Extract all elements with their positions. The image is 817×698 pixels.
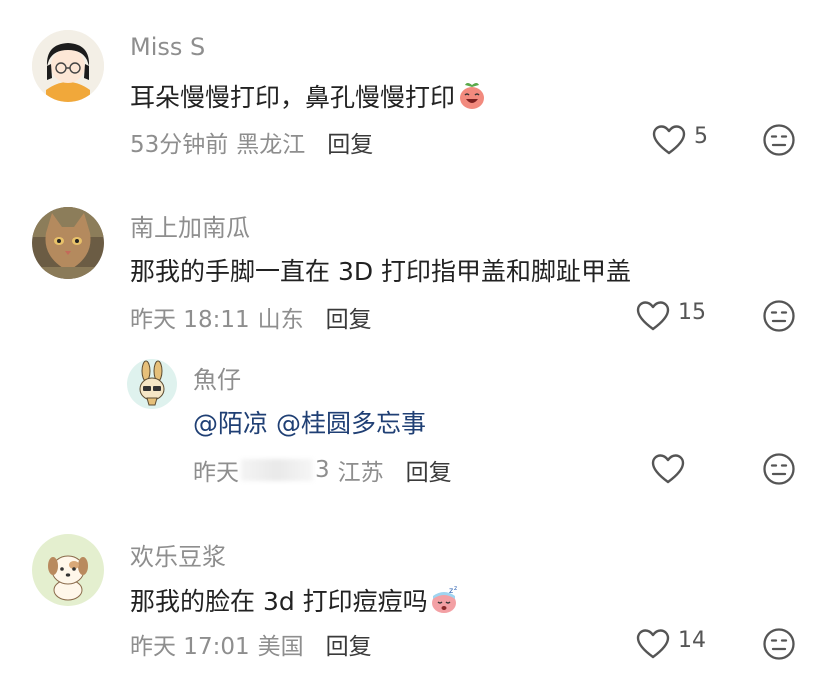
svg-text:z: z <box>449 586 453 595</box>
comment-text-content: 那我的脸在 3d 打印痘痘吗 <box>130 587 428 616</box>
like-count: 15 <box>678 299 706 325</box>
sleepy-peach-emoji-icon: z z <box>431 585 457 613</box>
avatar[interactable] <box>127 359 177 409</box>
heart-icon <box>636 629 670 659</box>
username[interactable]: 欢乐豆浆 <box>130 537 226 572</box>
comment-time: 昨天 18:11 <box>130 307 250 333</box>
comment-text-content: 耳朵慢慢打印，鼻孔慢慢打印 <box>130 83 456 112</box>
comment-location: 江苏 <box>337 460 384 486</box>
dislike-face-icon[interactable] <box>762 123 796 157</box>
heart-icon <box>652 125 686 155</box>
comment-meta: 昨天 18:11 山东 回复 <box>130 300 372 334</box>
like-button[interactable] <box>651 453 685 485</box>
avatar[interactable] <box>32 534 104 606</box>
like-button[interactable]: 14 <box>636 628 706 660</box>
like-count: 14 <box>678 627 706 653</box>
comment-4: 欢乐豆浆 那我的脸在 3d 打印痘痘吗 z z 昨天 17:01 美国 回复 1… <box>0 520 817 698</box>
comment-text: 那我的脸在 3d 打印痘痘吗 z z <box>130 582 460 618</box>
comment-text: 那我的手脚一直在 3D 打印指甲盖和脚趾甲盖 <box>130 257 632 286</box>
like-button[interactable]: 5 <box>652 124 708 156</box>
svg-text:z: z <box>454 585 457 592</box>
comment-meta: 53分钟前 黑龙江 回复 <box>130 125 373 159</box>
comment-time-prefix: 昨天 <box>193 460 239 486</box>
comment-text: 耳朵慢慢打印，鼻孔慢慢打印 <box>130 78 487 114</box>
like-count: 5 <box>694 123 708 149</box>
bunny-avatar-icon <box>127 359 177 409</box>
comment-2: 南上加南瓜 那我的手脚一直在 3D 打印指甲盖和脚趾甲盖 昨天 18:11 山东… <box>0 180 817 350</box>
comment-3-reply: 魚仔 @陌凉 @桂圆多忘事 昨天 3 江苏 回复 <box>0 350 817 520</box>
mention-link[interactable]: @桂圆多忘事 <box>276 409 426 438</box>
comment-1: Miss S 耳朵慢慢打印，鼻孔慢慢打印 53分钟前 黑龙江 回复 5 <box>0 0 817 180</box>
dog-avatar-icon <box>32 534 104 606</box>
dislike-face-icon[interactable] <box>762 452 796 486</box>
mention-link[interactable]: @陌凉 <box>193 409 268 438</box>
username[interactable]: 魚仔 <box>193 360 241 395</box>
comment-time: 53分钟前 <box>130 132 229 158</box>
comment-meta: 昨天 17:01 美国 回复 <box>130 627 372 661</box>
reply-button[interactable]: 回复 <box>327 125 373 159</box>
comment-time-suffix: 3 <box>315 457 330 483</box>
username[interactable]: Miss S <box>130 33 205 61</box>
avatar[interactable] <box>32 30 104 102</box>
comment-time: 昨天 17:01 <box>130 634 250 660</box>
dislike-face-icon[interactable] <box>762 627 796 661</box>
blurred-time <box>241 459 313 481</box>
dislike-face-icon[interactable] <box>762 299 796 333</box>
girl-avatar-icon <box>32 30 104 102</box>
comment-text: @陌凉 @桂圆多忘事 <box>193 404 426 440</box>
username[interactable]: 南上加南瓜 <box>130 208 250 243</box>
cat-avatar-icon <box>32 207 104 279</box>
heart-icon <box>651 454 685 484</box>
laughing-peach-emoji-icon <box>460 83 485 109</box>
comment-location: 美国 <box>257 634 304 660</box>
like-button[interactable]: 15 <box>636 300 706 332</box>
heart-icon <box>636 301 670 331</box>
avatar[interactable] <box>32 207 104 279</box>
reply-button[interactable]: 回复 <box>326 627 372 661</box>
comment-location: 山东 <box>257 307 304 333</box>
comment-meta: 昨天 3 江苏 回复 <box>193 453 452 487</box>
comment-location: 黑龙江 <box>236 132 306 158</box>
reply-button[interactable]: 回复 <box>326 300 372 334</box>
reply-button[interactable]: 回复 <box>406 453 452 487</box>
